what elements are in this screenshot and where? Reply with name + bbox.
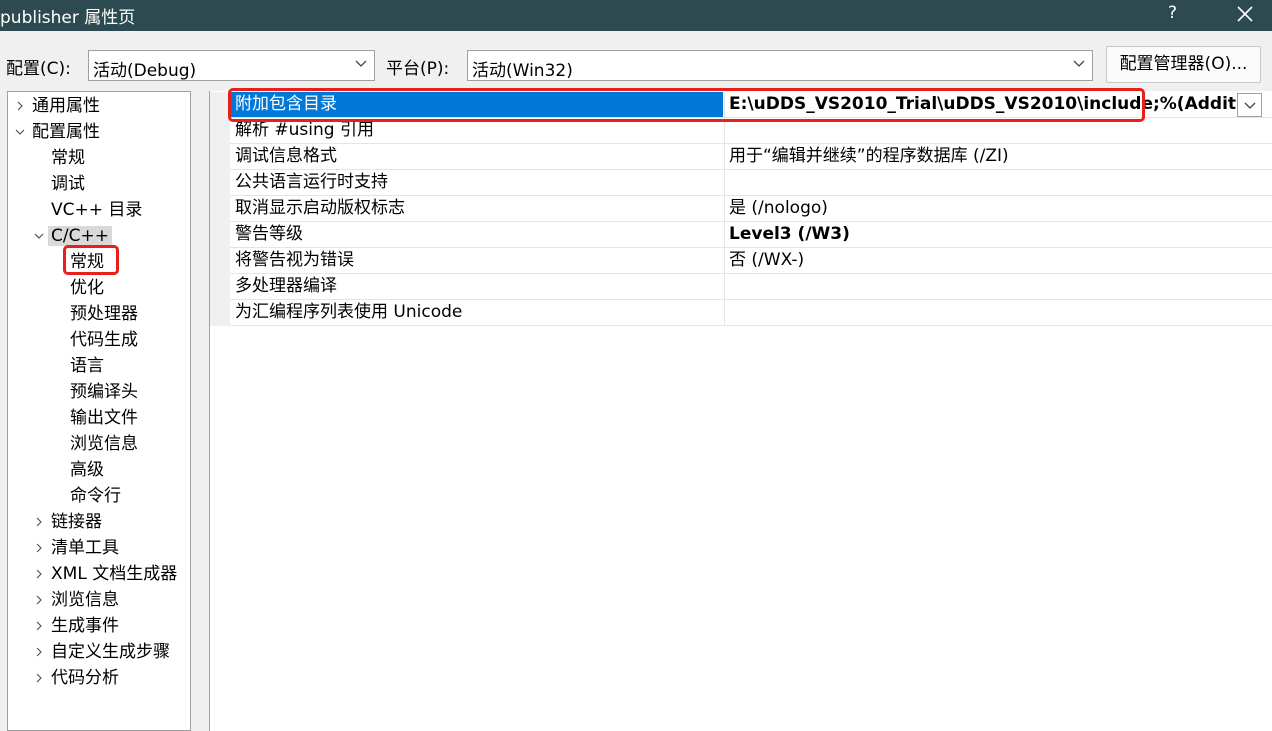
chevron-down-icon [1244, 102, 1256, 109]
property-value[interactable]: 否 (/WX-) [724, 248, 1272, 273]
property-name: 为汇编程序列表使用 Unicode [235, 302, 463, 322]
close-icon [1237, 6, 1253, 22]
property-value[interactable] [724, 170, 1272, 195]
property-name: 解析 #using 引用 [235, 120, 374, 140]
tree-item-custom-build-step[interactable]: 自定义生成步骤 [34, 640, 170, 664]
tree-item-config-properties[interactable]: 配置属性 [15, 120, 100, 144]
tree-item-output-files[interactable]: 输出文件 [70, 406, 138, 430]
property-value[interactable]: E:\uDDS_VS2010_Trial\uDDS_VS2010\include… [724, 92, 1238, 117]
tree-item-browse-information[interactable]: 浏览信息 [34, 588, 119, 612]
chevron-right-icon [36, 543, 42, 553]
property-name: 将警告视为错误 [235, 250, 354, 270]
tree-item-preprocessor[interactable]: 预处理器 [70, 302, 138, 326]
property-name: 取消显示启动版权标志 [235, 198, 405, 218]
close-button[interactable] [1232, 0, 1258, 28]
property-row-unicode-assembler-listing[interactable]: 为汇编程序列表使用 Unicode [210, 300, 1272, 326]
platform-dropdown[interactable]: 活动(Win32) [467, 50, 1093, 81]
chevron-right-icon [36, 569, 42, 579]
chevron-right-icon [36, 595, 42, 605]
tree-item-xml-doc-generator[interactable]: XML 文档生成器 [34, 562, 177, 586]
property-value[interactable]: Level3 (/W3) [724, 222, 1272, 247]
chevron-right-icon [36, 621, 42, 631]
property-value[interactable] [724, 118, 1272, 143]
tree-item-advanced[interactable]: 高级 [70, 458, 104, 482]
property-name: 警告等级 [235, 224, 303, 244]
splitter[interactable] [192, 91, 209, 731]
tree-item-general[interactable]: 常规 [51, 146, 85, 170]
property-grid: 附加包含目录 E:\uDDS_VS2010_Trial\uDDS_VS2010\… [209, 91, 1272, 731]
tree-item-vc-directories[interactable]: VC++ 目录 [51, 198, 142, 222]
chevron-right-icon [36, 517, 42, 527]
chevron-right-icon [36, 647, 42, 657]
tree-item-common-properties[interactable]: 通用属性 [15, 94, 100, 118]
property-row-multi-processor-compile[interactable]: 多处理器编译 [210, 274, 1272, 300]
config-dropdown[interactable]: 活动(Debug) [88, 50, 375, 81]
platform-label: 平台(P): [386, 59, 450, 79]
property-name: 调试信息格式 [235, 146, 337, 166]
property-row-additional-include-dirs[interactable]: 附加包含目录 E:\uDDS_VS2010_Trial\uDDS_VS2010\… [210, 92, 1272, 118]
property-row-clr-support[interactable]: 公共语言运行时支持 [210, 170, 1272, 196]
property-value[interactable] [724, 274, 1272, 299]
tree-item-manifest-tool[interactable]: 清单工具 [34, 536, 119, 560]
platform-value: 活动(Win32) [472, 61, 573, 81]
property-name: 公共语言运行时支持 [235, 172, 388, 192]
help-button[interactable]: ? [1168, 3, 1177, 23]
tree-item-command-line[interactable]: 命令行 [70, 484, 121, 508]
chevron-right-icon [17, 101, 23, 111]
tree-item-c-cpp-general[interactable]: 常规 [70, 250, 104, 274]
chevron-right-icon [36, 673, 42, 683]
property-name: 多处理器编译 [235, 276, 337, 296]
property-row-warnings-as-errors[interactable]: 将警告视为错误 否 (/WX-) [210, 248, 1272, 274]
config-label: 配置(C): [6, 59, 71, 79]
property-value[interactable]: 用于“编辑并继续”的程序数据库 (/ZI) [724, 144, 1272, 169]
tree-item-optimization[interactable]: 优化 [70, 276, 104, 300]
tree-item-precompiled-headers[interactable]: 预编译头 [70, 380, 138, 404]
chevron-down-icon [34, 233, 44, 239]
tree-item-code-analysis[interactable]: 代码分析 [34, 666, 119, 690]
property-tree: 通用属性 配置属性 常规 调试 VC++ 目录 C/C++ 常规 优化 预处理器… [7, 91, 191, 731]
title-bar: publisher 属性页 ? [0, 0, 1272, 31]
tree-item-browse-info[interactable]: 浏览信息 [70, 432, 138, 456]
config-value: 活动(Debug) [93, 61, 197, 81]
value-dropdown-button[interactable] [1237, 93, 1262, 117]
property-row-warning-level[interactable]: 警告等级 Level3 (/W3) [210, 222, 1272, 248]
chevron-down-icon [1073, 60, 1085, 67]
config-manager-button[interactable]: 配置管理器(O)... [1106, 46, 1261, 83]
tree-item-linker[interactable]: 链接器 [34, 510, 102, 534]
chevron-down-icon [355, 60, 367, 67]
window-title: publisher 属性页 [0, 8, 136, 28]
property-value[interactable] [724, 300, 1272, 325]
property-name: 附加包含目录 [230, 92, 723, 117]
tree-item-build-events[interactable]: 生成事件 [34, 614, 119, 638]
tree-item-language[interactable]: 语言 [70, 354, 104, 378]
tree-item-code-generation[interactable]: 代码生成 [70, 328, 138, 352]
property-row-debug-info-format[interactable]: 调试信息格式 用于“编辑并继续”的程序数据库 (/ZI) [210, 144, 1272, 170]
chevron-down-icon [15, 129, 25, 135]
tree-item-c-cpp[interactable]: C/C++ [34, 224, 112, 248]
property-row-resolve-using[interactable]: 解析 #using 引用 [210, 118, 1272, 144]
property-row-suppress-banner[interactable]: 取消显示启动版权标志 是 (/nologo) [210, 196, 1272, 222]
property-value[interactable]: 是 (/nologo) [724, 196, 1272, 221]
tree-item-debugging[interactable]: 调试 [51, 172, 85, 196]
